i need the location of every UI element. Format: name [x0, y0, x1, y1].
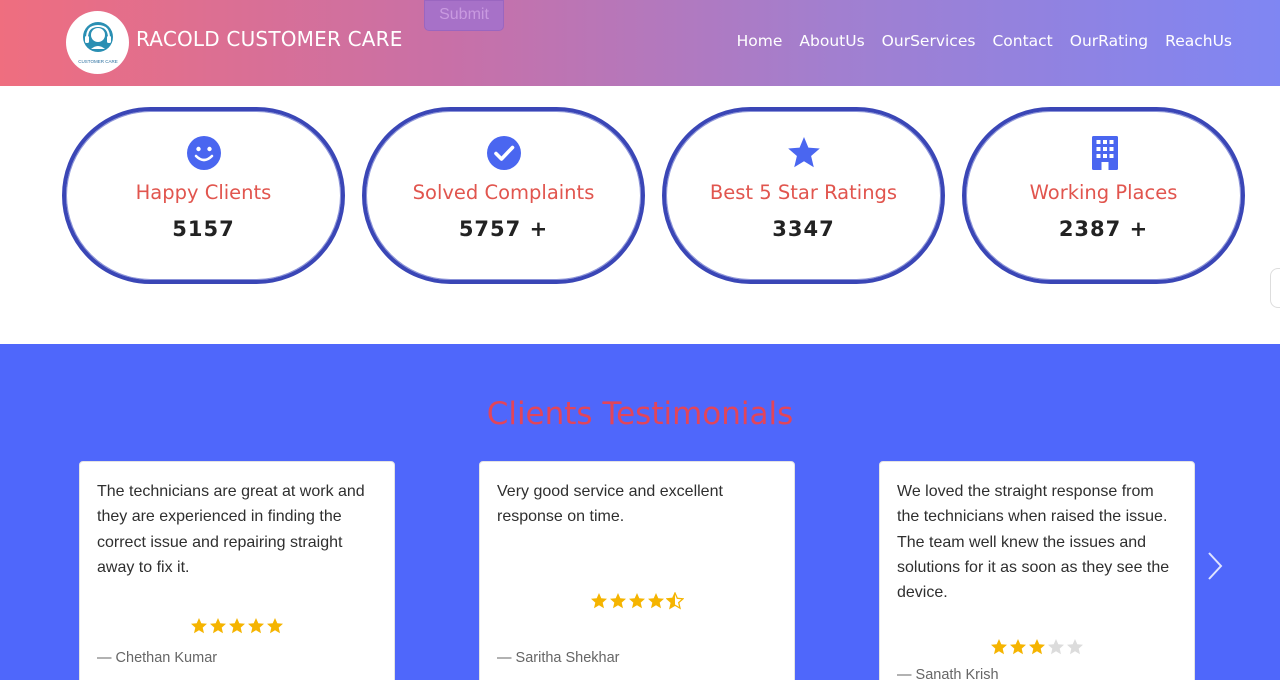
main-nav: Home AboutUs OurServices Contact OurRati… [737, 32, 1232, 50]
star-empty-icon [1067, 639, 1083, 655]
star-filled-icon [629, 593, 645, 609]
building-icon [1091, 136, 1118, 170]
star-filled-icon [210, 618, 226, 634]
smile-icon [186, 136, 221, 170]
testimonials-title: Clients Testimonials [486, 396, 794, 432]
star-filled-icon [610, 593, 626, 609]
star-filled-icon [991, 639, 1007, 655]
testimonial-author: — Saritha Shekhar [497, 650, 620, 666]
star-filled-icon [267, 618, 283, 634]
star-filled-icon [229, 618, 245, 634]
stat-working-places: Working Places 2387 + [962, 107, 1245, 284]
chevron-right-icon [1208, 552, 1223, 580]
nav-reachus[interactable]: ReachUs [1165, 32, 1232, 50]
nav-aboutus[interactable]: AboutUs [799, 32, 864, 50]
testimonial-quote: Very good service and excellent response… [497, 483, 723, 526]
testimonial-card: We loved the straight response from the … [879, 461, 1195, 680]
star-filled-icon [248, 618, 264, 634]
brand-title[interactable]: RACOLD CUSTOMER CARE [136, 27, 403, 51]
testimonial-quote: We loved the straight response from the … [897, 483, 1170, 602]
logo[interactable]: CUSTOMER CARE [66, 11, 129, 74]
stat-value: 3347 [772, 217, 835, 241]
star-filled-icon [1029, 639, 1045, 655]
stat-happy-clients: Happy Clients 5157 [62, 107, 345, 284]
nav-contact[interactable]: Contact [992, 32, 1052, 50]
stat-value: 2387 + [1058, 217, 1149, 241]
stat-value: 5757 + [458, 217, 549, 241]
star-filled-icon [191, 618, 207, 634]
stat-solved-complaints: Solved Complaints 5757 + [362, 107, 645, 284]
rating-stars [480, 592, 794, 610]
testimonial-card: Very good service and excellent response… [479, 461, 795, 680]
star-filled-icon [591, 593, 607, 609]
testimonial-author: — Sanath Krish [897, 667, 999, 680]
testimonial-author: — Chethan Kumar [97, 650, 218, 666]
testimonial-card: The technicians are great at work and th… [79, 461, 395, 680]
stat-label: Working Places [1029, 181, 1178, 204]
star-icon [787, 137, 820, 168]
testimonials-section: Clients Testimonials The technicians are… [0, 344, 1280, 680]
nav-ourservices[interactable]: OurServices [882, 32, 976, 50]
stat-label: Happy Clients [135, 181, 272, 204]
stat-best-ratings: Best 5 Star Ratings 3347 [662, 107, 945, 284]
star-filled-icon [1010, 639, 1026, 655]
stat-value: 5157 [172, 217, 235, 241]
stat-label: Solved Complaints [412, 181, 595, 204]
testimonial-quote: The technicians are great at work and th… [97, 483, 365, 576]
headset-logo-icon: CUSTOMER CARE [78, 21, 117, 64]
stat-label: Best 5 Star Ratings [709, 181, 898, 204]
nav-ourrating[interactable]: OurRating [1070, 32, 1148, 50]
logo-caption: CUSTOMER CARE [78, 59, 117, 64]
check-circle-icon [486, 136, 521, 170]
rating-stars [880, 638, 1194, 656]
star-filled-icon [648, 593, 664, 609]
star-empty-icon [1048, 639, 1064, 655]
side-widget-tab[interactable] [1270, 268, 1280, 308]
star-half-icon [666, 592, 684, 610]
rating-stars [80, 617, 394, 635]
carousel-next-button[interactable] [1204, 548, 1226, 584]
nav-home[interactable]: Home [737, 32, 783, 50]
submit-button[interactable]: Submit [424, 0, 504, 31]
site-header: CUSTOMER CARE RACOLD CUSTOMER CARE Submi… [0, 0, 1280, 86]
